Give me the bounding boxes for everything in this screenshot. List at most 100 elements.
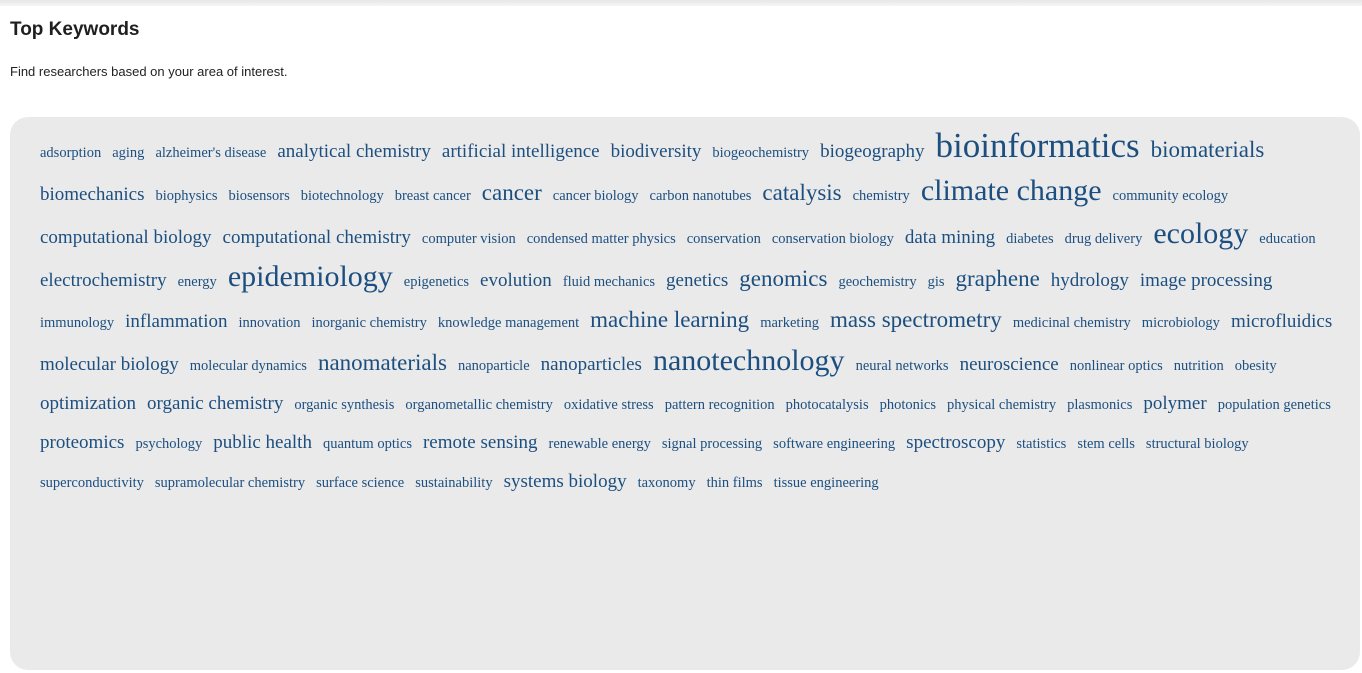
keyword-link[interactable]: epidemiology	[228, 260, 393, 293]
keyword-link[interactable]: alzheimer's disease	[155, 145, 266, 161]
keyword-link[interactable]: organometallic chemistry	[405, 397, 553, 413]
keyword-link[interactable]: ecology	[1153, 217, 1248, 250]
keyword-link[interactable]: molecular biology	[40, 354, 179, 375]
keyword-link[interactable]: evolution	[480, 270, 552, 291]
keyword-link[interactable]: nonlinear optics	[1070, 358, 1163, 374]
keyword-link[interactable]: nutrition	[1174, 358, 1224, 374]
keyword-link[interactable]: fluid mechanics	[563, 274, 655, 290]
keyword-link[interactable]: signal processing	[662, 436, 762, 452]
keyword-link[interactable]: electrochemistry	[40, 270, 167, 291]
keyword-link[interactable]: stem cells	[1077, 436, 1135, 452]
keyword-link[interactable]: image processing	[1140, 270, 1272, 291]
keyword-link[interactable]: artificial intelligence	[442, 141, 600, 162]
keyword-link[interactable]: analytical chemistry	[277, 141, 431, 162]
keyword-link[interactable]: hydrology	[1051, 270, 1129, 291]
keyword-link[interactable]: organic chemistry	[147, 393, 283, 414]
keyword-link[interactable]: oxidative stress	[564, 397, 654, 413]
keyword-link[interactable]: epigenetics	[404, 274, 469, 290]
keyword-link[interactable]: supramolecular chemistry	[155, 475, 305, 491]
keyword-link[interactable]: microbiology	[1142, 315, 1220, 331]
keyword-link[interactable]: neuroscience	[960, 354, 1059, 375]
keyword-link[interactable]: biosensors	[229, 188, 290, 204]
keyword-link[interactable]: computer vision	[422, 231, 516, 247]
keyword-link[interactable]: education	[1259, 231, 1315, 247]
keyword-link[interactable]: condensed matter physics	[527, 231, 676, 247]
keyword-link[interactable]: machine learning	[590, 307, 749, 332]
keyword-link[interactable]: pattern recognition	[665, 397, 775, 413]
keyword-link[interactable]: photonics	[880, 397, 936, 413]
keyword-link[interactable]: superconductivity	[40, 475, 144, 491]
keyword-link[interactable]: immunology	[40, 315, 114, 331]
keyword-link[interactable]: genomics	[739, 266, 827, 291]
keyword-link[interactable]: spectroscopy	[906, 432, 1005, 453]
keyword-link[interactable]: nanotechnology	[653, 344, 845, 377]
keyword-link[interactable]: adsorption	[40, 145, 101, 161]
keyword-link[interactable]: neural networks	[856, 358, 949, 374]
keyword-link[interactable]: computational chemistry	[223, 227, 411, 248]
keyword-link[interactable]: bioinformatics	[936, 126, 1140, 165]
keyword-link[interactable]: inflammation	[125, 311, 227, 332]
keyword-link[interactable]: software engineering	[773, 436, 895, 452]
keyword-link[interactable]: nanoparticle	[458, 358, 530, 374]
keyword-link[interactable]: community ecology	[1113, 188, 1229, 204]
keyword-link[interactable]: psychology	[135, 436, 202, 452]
keyword-link[interactable]: marketing	[760, 315, 819, 331]
keyword-link[interactable]: chemistry	[853, 188, 910, 204]
keyword-link[interactable]: microfluidics	[1231, 311, 1332, 332]
keyword-link[interactable]: conservation	[687, 231, 761, 247]
keyword-link[interactable]: graphene	[956, 266, 1040, 291]
keyword-link[interactable]: carbon nanotubes	[650, 188, 752, 204]
keyword-link[interactable]: quantum optics	[323, 436, 412, 452]
keyword-link[interactable]: statistics	[1016, 436, 1066, 452]
keyword-link[interactable]: mass spectrometry	[830, 307, 1002, 332]
keyword-link[interactable]: obesity	[1235, 358, 1277, 374]
keyword-link[interactable]: knowledge management	[438, 315, 579, 331]
keyword-link[interactable]: biomaterials	[1151, 137, 1265, 162]
keyword-link[interactable]: genetics	[666, 270, 728, 291]
keyword-link[interactable]: thin films	[707, 475, 763, 491]
keyword-link[interactable]: plasmonics	[1067, 397, 1132, 413]
keyword-link[interactable]: drug delivery	[1065, 231, 1143, 247]
keyword-link[interactable]: conservation biology	[772, 231, 894, 247]
keyword-link[interactable]: biogeochemistry	[712, 145, 809, 161]
keyword-link[interactable]: computational biology	[40, 227, 212, 248]
keyword-link[interactable]: inorganic chemistry	[312, 315, 427, 331]
keyword-link[interactable]: innovation	[239, 315, 301, 331]
keyword-link[interactable]: population genetics	[1218, 397, 1331, 413]
keyword-link[interactable]: systems biology	[504, 471, 627, 492]
keyword-link[interactable]: data mining	[905, 227, 995, 248]
keyword-link[interactable]: diabetes	[1006, 231, 1054, 247]
keyword-link[interactable]: optimization	[40, 393, 136, 414]
keyword-link[interactable]: renewable energy	[549, 436, 651, 452]
keyword-link[interactable]: sustainability	[415, 475, 492, 491]
keyword-link[interactable]: public health	[213, 432, 312, 453]
keyword-link[interactable]: cancer	[482, 180, 542, 205]
keyword-link[interactable]: aging	[112, 145, 144, 161]
keyword-link[interactable]: surface science	[316, 475, 404, 491]
keyword-link[interactable]: taxonomy	[638, 475, 696, 491]
keyword-link[interactable]: physical chemistry	[947, 397, 1056, 413]
keyword-link[interactable]: cancer biology	[553, 188, 639, 204]
keyword-link[interactable]: breast cancer	[395, 188, 471, 204]
keyword-link[interactable]: medicinal chemistry	[1013, 315, 1131, 331]
keyword-link[interactable]: gis	[928, 274, 945, 290]
keyword-link[interactable]: climate change	[921, 174, 1102, 207]
keyword-link[interactable]: biotechnology	[301, 188, 384, 204]
keyword-link[interactable]: polymer	[1143, 393, 1206, 414]
keyword-link[interactable]: remote sensing	[423, 432, 538, 453]
keyword-link[interactable]: biodiversity	[611, 141, 702, 162]
keyword-link[interactable]: molecular dynamics	[190, 358, 307, 374]
keyword-link[interactable]: biogeography	[820, 141, 924, 162]
keyword-link[interactable]: biomechanics	[40, 184, 144, 205]
keyword-link[interactable]: nanomaterials	[318, 350, 447, 375]
keyword-link[interactable]: proteomics	[40, 432, 124, 453]
keyword-link[interactable]: catalysis	[762, 180, 841, 205]
keyword-link[interactable]: tissue engineering	[774, 475, 879, 491]
keyword-link[interactable]: photocatalysis	[786, 397, 869, 413]
keyword-link[interactable]: nanoparticles	[541, 354, 642, 375]
keyword-link[interactable]: energy	[178, 274, 217, 290]
keyword-link[interactable]: geochemistry	[838, 274, 916, 290]
keyword-link[interactable]: structural biology	[1146, 436, 1249, 452]
keyword-link[interactable]: organic synthesis	[294, 397, 394, 413]
keyword-link[interactable]: biophysics	[155, 188, 217, 204]
